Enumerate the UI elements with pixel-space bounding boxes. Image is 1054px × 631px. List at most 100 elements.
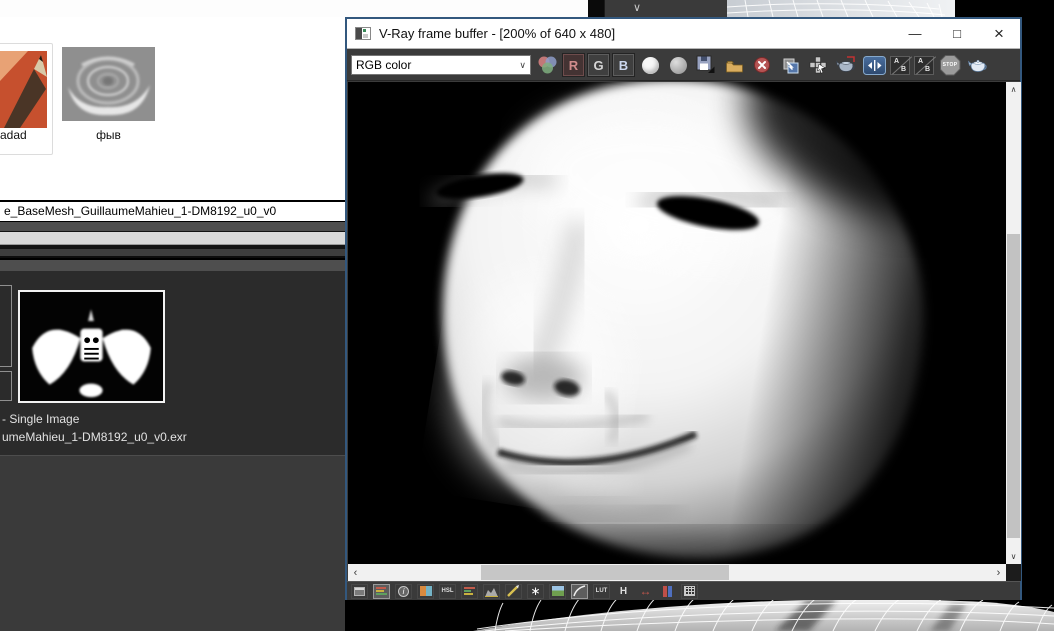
- stereo-button[interactable]: ↔: [637, 584, 654, 599]
- stop-icon: STOP: [940, 55, 961, 76]
- save-image-button[interactable]: [694, 53, 718, 77]
- channel-dropdown-value: RGB color: [356, 58, 411, 72]
- hue-saturation-button[interactable]: HSL: [439, 584, 456, 599]
- icc-button[interactable]: H: [615, 584, 632, 599]
- vertical-scroll-thumb[interactable]: [1007, 234, 1020, 538]
- scroll-left-button[interactable]: ‹: [348, 565, 363, 580]
- ab-compare-alt-button[interactable]: A B: [914, 56, 934, 75]
- background-image-button[interactable]: [549, 584, 566, 599]
- srgb-curve-icon: [573, 585, 586, 597]
- levels-button[interactable]: [483, 584, 500, 599]
- gray-circle-icon: [670, 57, 687, 74]
- compare-horizontal-icon: [863, 56, 886, 75]
- close-button[interactable]: ×: [978, 20, 1020, 48]
- exposure-icon: ∗: [530, 586, 540, 596]
- window-title: V-Ray frame buffer - [200% of 640 x 480]: [379, 26, 894, 41]
- clear-image-button[interactable]: [750, 53, 774, 77]
- rollout-bar: [0, 260, 345, 271]
- stop-render-button[interactable]: STOP: [938, 53, 962, 77]
- curves-button[interactable]: [505, 584, 522, 599]
- track-mouse-button[interactable]: [806, 53, 830, 77]
- rgb-channels-icon[interactable]: [535, 53, 559, 77]
- stereo-arrows-icon: ↔: [640, 584, 652, 598]
- rollout-bar: [0, 222, 345, 232]
- exr-preview-thumbnail[interactable]: [18, 290, 165, 403]
- rollout-bar: [0, 249, 345, 258]
- vray-frame-buffer-window: V-Ray frame buffer - [200% of 640 x 480]…: [345, 17, 1022, 600]
- horizontal-scroll-thumb[interactable]: [481, 565, 729, 580]
- vertical-scrollbar[interactable]: ∧ ∨: [1006, 82, 1021, 564]
- teapot-icon: [968, 56, 988, 74]
- duplicate-to-host-button[interactable]: [778, 53, 802, 77]
- minimize-button[interactable]: —: [894, 20, 936, 48]
- white-balance-icon: [420, 586, 432, 596]
- white-balance-button[interactable]: [417, 584, 434, 599]
- viewport-wireframe-top: [727, 0, 955, 17]
- ab-letter-b: B: [901, 66, 906, 73]
- hsl-icon: HSL: [442, 588, 454, 594]
- scroll-right-button[interactable]: ›: [991, 565, 1006, 580]
- red-bar-icon: [663, 586, 667, 597]
- render-last-button[interactable]: [966, 53, 990, 77]
- color-balance-button[interactable]: [461, 584, 478, 599]
- compare-horizontal-button[interactable]: [862, 53, 886, 77]
- scroll-up-button[interactable]: ∧: [1006, 82, 1021, 97]
- info-button[interactable]: i: [395, 584, 412, 599]
- file-thumbnail-image-pencils[interactable]: [0, 51, 47, 128]
- ab-compare-button[interactable]: A B: [890, 56, 910, 75]
- srgb-button[interactable]: [571, 584, 588, 599]
- lut-icon: LUT: [596, 588, 608, 594]
- file-thumbnail-image-displacement[interactable]: [62, 47, 155, 121]
- lower-empty-panel: [0, 455, 345, 631]
- save-icon: [696, 55, 716, 75]
- file-thumbnail-label: фыв: [62, 128, 155, 142]
- region-render-button[interactable]: [834, 53, 858, 77]
- ab-letter-a: A: [918, 58, 923, 65]
- channel-dropdown[interactable]: RGB color ∨: [351, 55, 531, 75]
- chevron-down-icon: ∨: [519, 60, 526, 71]
- vfb-corrections-toolbar: i HSL: [347, 581, 1020, 600]
- clear-icon: [753, 56, 771, 74]
- lut-button[interactable]: LUT: [593, 584, 610, 599]
- horizontal-scrollbar[interactable]: ‹ ›: [348, 564, 1006, 581]
- pixel-pattern-button[interactable]: [681, 584, 698, 599]
- render-view[interactable]: [348, 82, 1006, 564]
- filename-field[interactable]: e_BaseMesh_GuillaumeMahieu_1-DM8192_u0_v…: [0, 200, 345, 222]
- levels-icon: [485, 586, 498, 597]
- alpha-channel-button[interactable]: [638, 53, 662, 77]
- ab-letter-a: A: [894, 58, 899, 65]
- maximize-button[interactable]: □: [936, 20, 978, 48]
- monochrome-button[interactable]: [666, 53, 690, 77]
- scroll-down-button[interactable]: ∨: [1006, 549, 1021, 564]
- blue-bar-icon: [668, 586, 672, 597]
- show-corrections-button[interactable]: [373, 584, 390, 599]
- exposure-button[interactable]: ∗: [527, 584, 544, 599]
- output-type-label: - Single Image: [2, 412, 79, 426]
- ab-letter-b: B: [925, 66, 930, 73]
- edge-button-stub[interactable]: [0, 285, 12, 367]
- edge-button-stub[interactable]: [0, 371, 12, 401]
- screen: ∨ adad: [0, 0, 1054, 631]
- copy-icon: [781, 56, 800, 75]
- load-image-button[interactable]: [722, 53, 746, 77]
- curve-pen-icon: [507, 585, 520, 597]
- track-mouse-icon: [808, 55, 828, 75]
- output-preview-panel: - Single Image umeMahieu_1-DM8192_u0_v0.…: [0, 271, 345, 455]
- window-icon: [355, 27, 371, 40]
- red-channel-button[interactable]: R: [563, 54, 584, 76]
- teapot-region-icon: [836, 56, 856, 74]
- background-image-icon: [552, 586, 564, 596]
- file-thumbnail-label: adad: [0, 128, 40, 142]
- rollout-bar-light: [0, 232, 345, 245]
- folder-icon: [725, 57, 744, 74]
- green-channel-button[interactable]: G: [588, 54, 609, 76]
- titlebar[interactable]: V-Ray frame buffer - [200% of 640 x 480]…: [347, 19, 1020, 49]
- compare-bars-button[interactable]: [659, 584, 676, 599]
- top-strip-dark-gap: [588, 0, 604, 17]
- top-strip-light-panel: [0, 0, 588, 17]
- render-image: [348, 82, 1006, 564]
- background-dropdown[interactable]: ∨: [604, 0, 727, 17]
- preview-window-icon[interactable]: [351, 584, 368, 599]
- blue-channel-button[interactable]: B: [613, 54, 634, 76]
- viewport-wireframe-sphere: [345, 600, 1054, 631]
